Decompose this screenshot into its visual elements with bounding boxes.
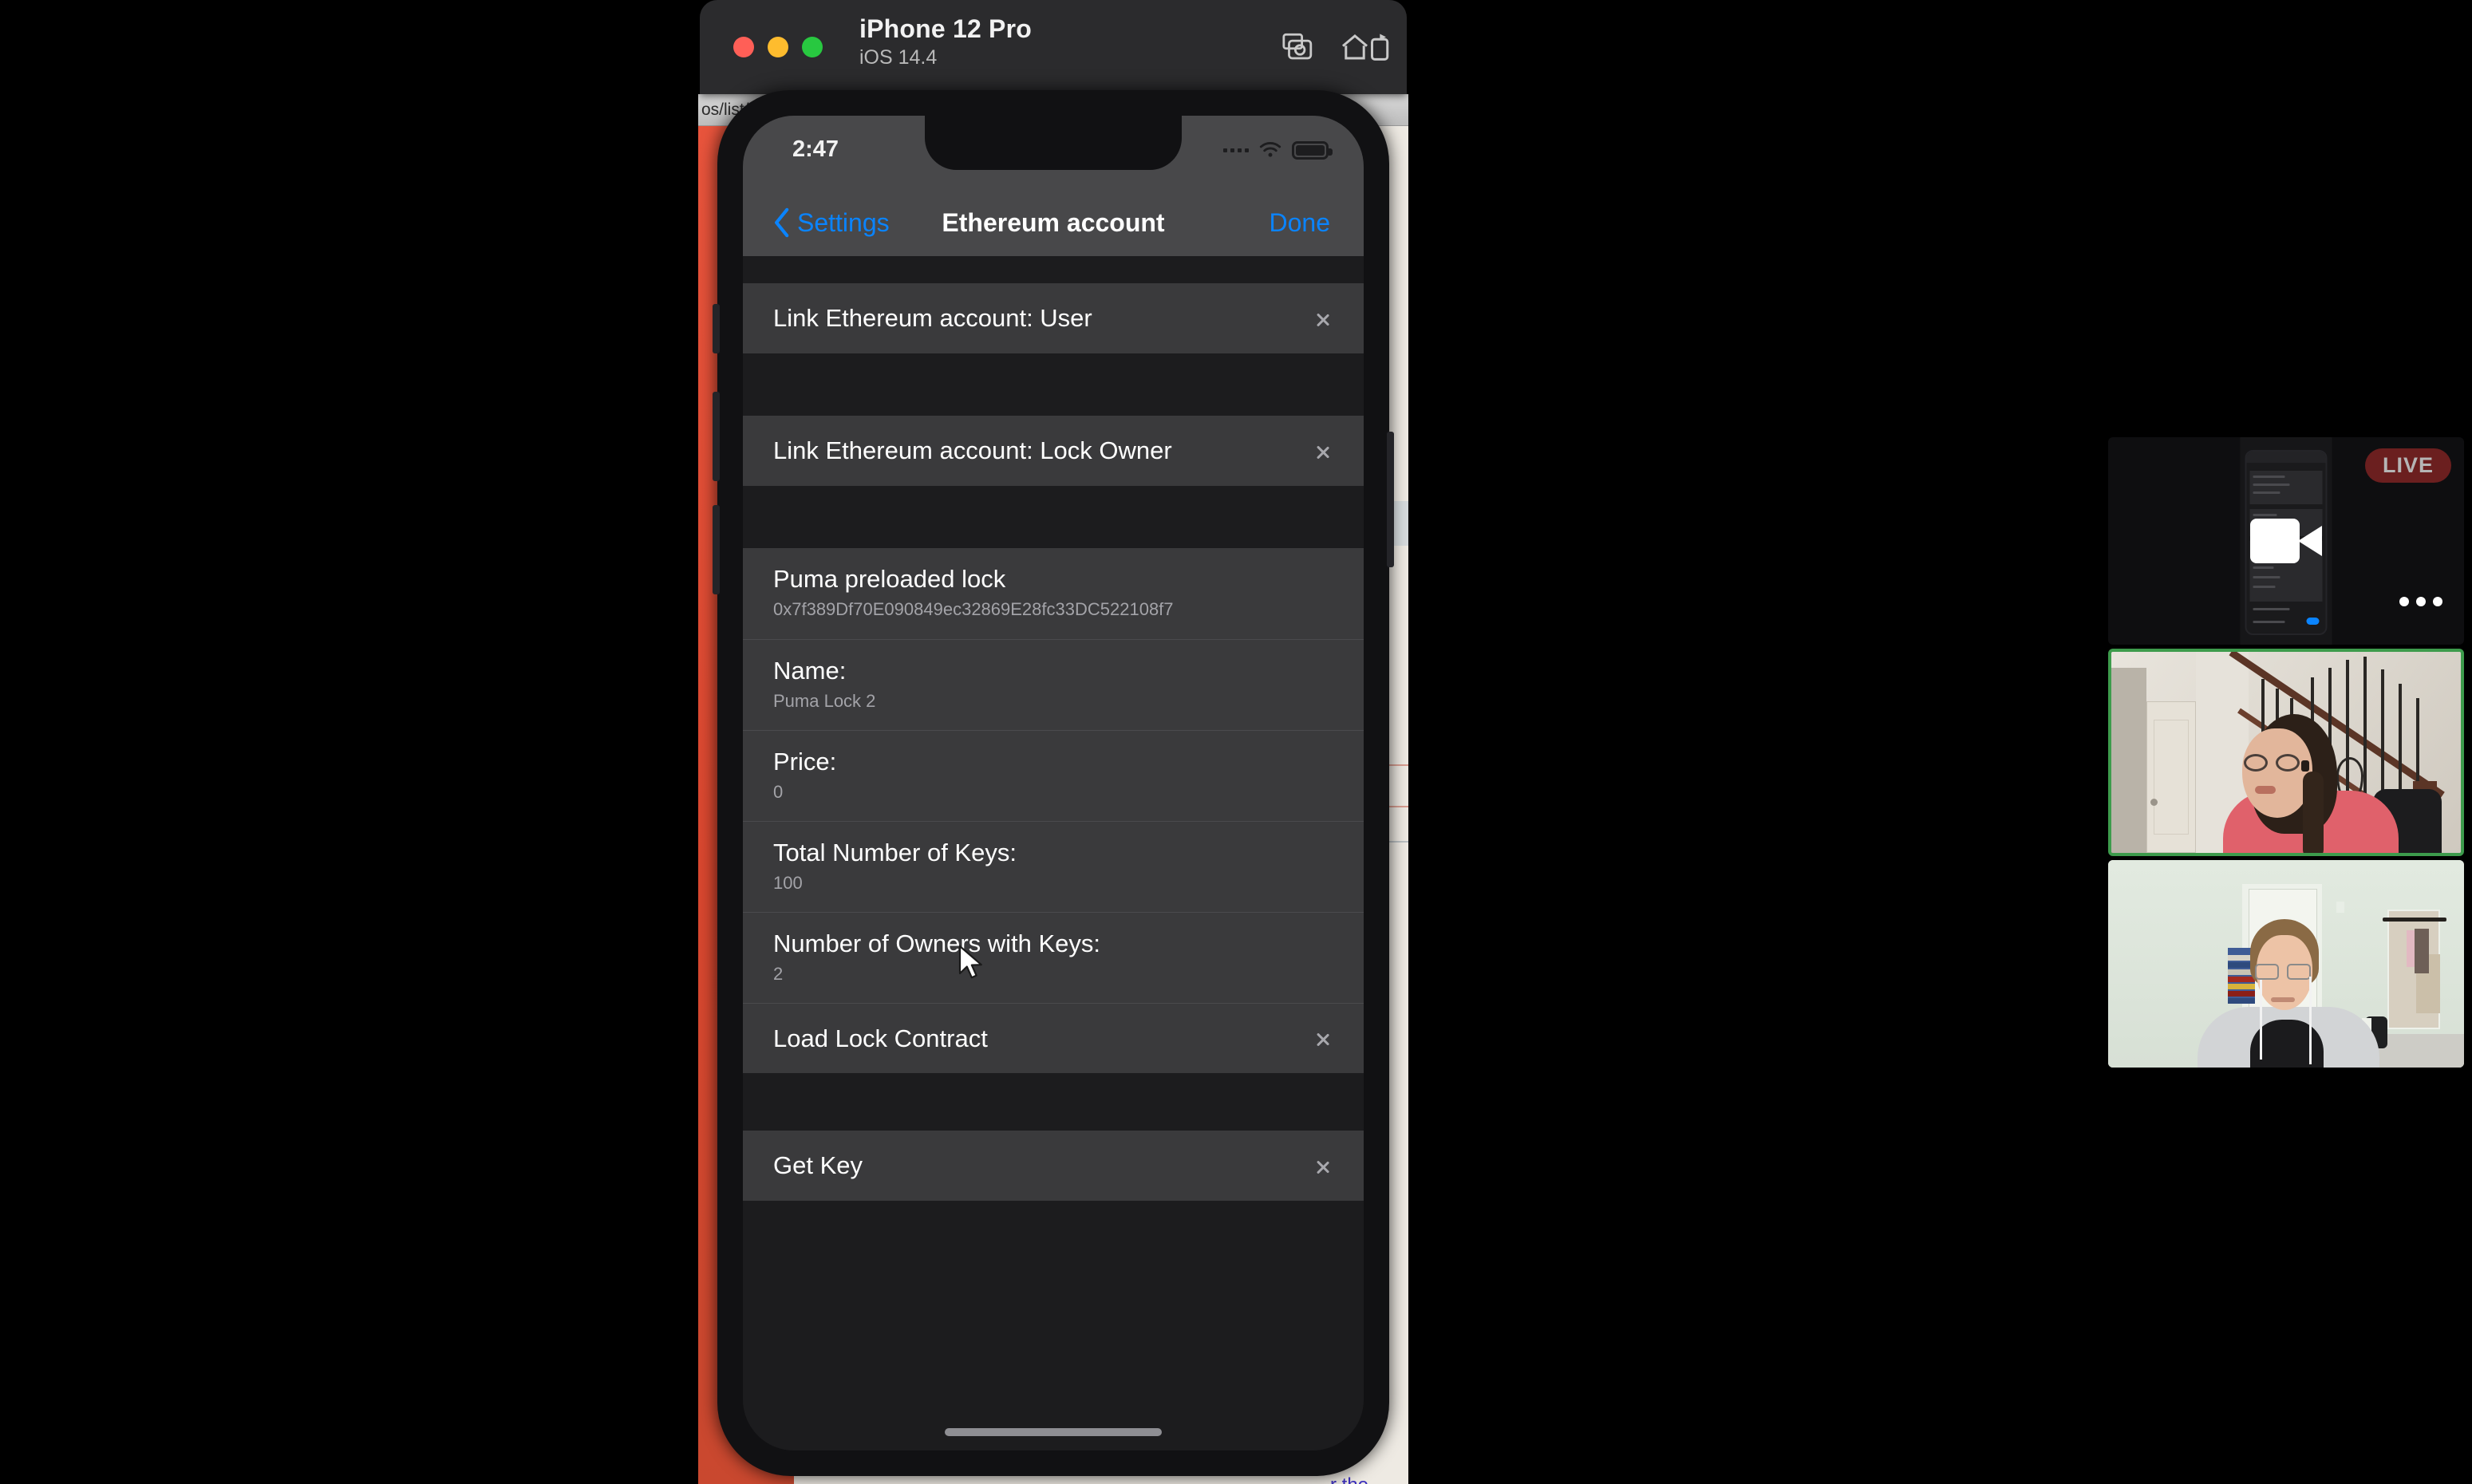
preview-text-line	[2253, 576, 2280, 578]
section-gap	[743, 256, 1364, 283]
section-gap	[743, 486, 1364, 548]
simulator-os-version: iOS 14.4	[859, 46, 938, 69]
done-button[interactable]: Done	[1270, 189, 1331, 256]
live-badge: LIVE	[2364, 448, 2451, 483]
section-lock-details: Puma preloaded lock 0x7f389Df70E090849ec…	[743, 548, 1364, 1073]
preview-text-line	[2253, 621, 2285, 623]
preview-title-bar	[2246, 452, 2326, 463]
minimize-window-button[interactable]	[768, 37, 788, 57]
row-value: 2	[773, 963, 784, 984]
preview-toggle	[2306, 618, 2320, 625]
volume-up-button[interactable]	[713, 392, 720, 481]
row-label: Total Number of Keys:	[773, 838, 1017, 866]
mouse-cursor	[958, 945, 982, 979]
row-label: Puma preloaded lock	[773, 565, 1006, 594]
close-window-button[interactable]	[733, 37, 754, 57]
chevron-right-icon	[1317, 439, 1330, 464]
row-number-of-owners-with-keys[interactable]: Number of Owners with Keys: 2	[743, 912, 1364, 1003]
row-label: Get Key	[773, 1151, 863, 1179]
silent-switch-button[interactable]	[713, 304, 720, 353]
row-puma-preloaded-lock[interactable]: Puma preloaded lock 0x7f389Df70E090849ec…	[743, 548, 1364, 639]
row-value: Puma Lock 2	[773, 690, 876, 711]
section-get-key: Get Key	[743, 1131, 1364, 1201]
preview-text-line	[2253, 491, 2280, 494]
participant-video-feed	[2108, 860, 2464, 1068]
preview-text-line	[2253, 514, 2277, 516]
row-label: Link Ethereum account: Lock Owner	[773, 436, 1172, 464]
section-gap	[743, 1073, 1364, 1131]
home-indicator[interactable]	[945, 1428, 1162, 1436]
maximize-window-button[interactable]	[802, 37, 823, 57]
participant-video-tile[interactable]	[2108, 649, 2464, 856]
preview-text-line	[2253, 586, 2276, 588]
row-price[interactable]: Price: 0	[743, 730, 1364, 821]
power-button[interactable]	[1387, 432, 1394, 567]
ios-simulator-window: iPhone 12 Pro iOS 14.4 2:47 Settings Eth…	[700, 0, 1407, 1484]
section-gap	[743, 353, 1364, 416]
wifi-icon	[1259, 142, 1281, 157]
status-bar-clock: 2:47	[792, 136, 839, 162]
row-value: 100	[773, 872, 803, 893]
simulator-title-bar: iPhone 12 Pro iOS 14.4	[700, 0, 1407, 94]
section-link-user: Link Ethereum account: User	[743, 283, 1364, 353]
screenshot-camera-icon[interactable]	[1273, 22, 1322, 72]
participant-video-tile[interactable]	[2108, 860, 2464, 1068]
tile-more-options-button[interactable]	[2383, 563, 2459, 640]
video-call-panel: LIVE	[2108, 437, 2464, 1072]
row-label: Number of Owners with Keys:	[773, 929, 1101, 957]
row-name[interactable]: Name: Puma Lock 2	[743, 639, 1364, 730]
section-link-lock-owner: Link Ethereum account: Lock Owner	[743, 416, 1364, 486]
cellular-dots-icon	[1223, 148, 1249, 152]
chevron-right-icon	[1317, 1026, 1330, 1051]
battery-icon	[1292, 140, 1333, 160]
row-label: Price:	[773, 747, 837, 776]
preview-text-line	[2253, 566, 2274, 569]
iphone-device-frame: 2:47 Settings Ethereum account Done Link…	[713, 90, 1394, 1476]
simulator-device-name: iPhone 12 Pro	[859, 14, 1032, 43]
share-rotate-icon[interactable]	[1356, 22, 1405, 72]
row-link-ethereum-account-lock-owner[interactable]: Link Ethereum account: Lock Owner	[743, 416, 1364, 486]
row-value: 0	[773, 781, 784, 802]
display-notch	[925, 116, 1182, 170]
preview-text-line	[2253, 608, 2290, 610]
row-label: Load Lock Contract	[773, 1024, 988, 1052]
row-label: Name:	[773, 656, 847, 685]
preview-text-line	[2253, 476, 2285, 478]
status-bar-indicators	[1223, 140, 1333, 160]
settings-table-view[interactable]: Link Ethereum account: User Link Ethereu…	[743, 256, 1364, 1450]
row-get-key[interactable]: Get Key	[743, 1131, 1364, 1201]
row-total-number-of-keys[interactable]: Total Number of Keys: 100	[743, 821, 1364, 912]
chevron-right-icon	[1317, 306, 1330, 331]
row-load-lock-contract[interactable]: Load Lock Contract	[743, 1003, 1364, 1073]
screen-share-tile[interactable]: LIVE	[2108, 437, 2464, 645]
volume-down-button[interactable]	[713, 505, 720, 594]
row-label: Link Ethereum account: User	[773, 304, 1092, 332]
video-camera-icon	[2250, 519, 2322, 563]
lock-contract-address: 0x7f389Df70E090849ec32869E28fc33DC522108…	[773, 599, 1174, 620]
preview-text-line	[2253, 483, 2290, 486]
phone-screen: 2:47 Settings Ethereum account Done Link…	[743, 116, 1364, 1450]
participant-video-feed	[2111, 652, 2461, 853]
row-link-ethereum-account-user[interactable]: Link Ethereum account: User	[743, 283, 1364, 353]
chevron-right-icon	[1317, 1154, 1330, 1178]
navigation-bar: Settings Ethereum account Done	[743, 189, 1364, 256]
